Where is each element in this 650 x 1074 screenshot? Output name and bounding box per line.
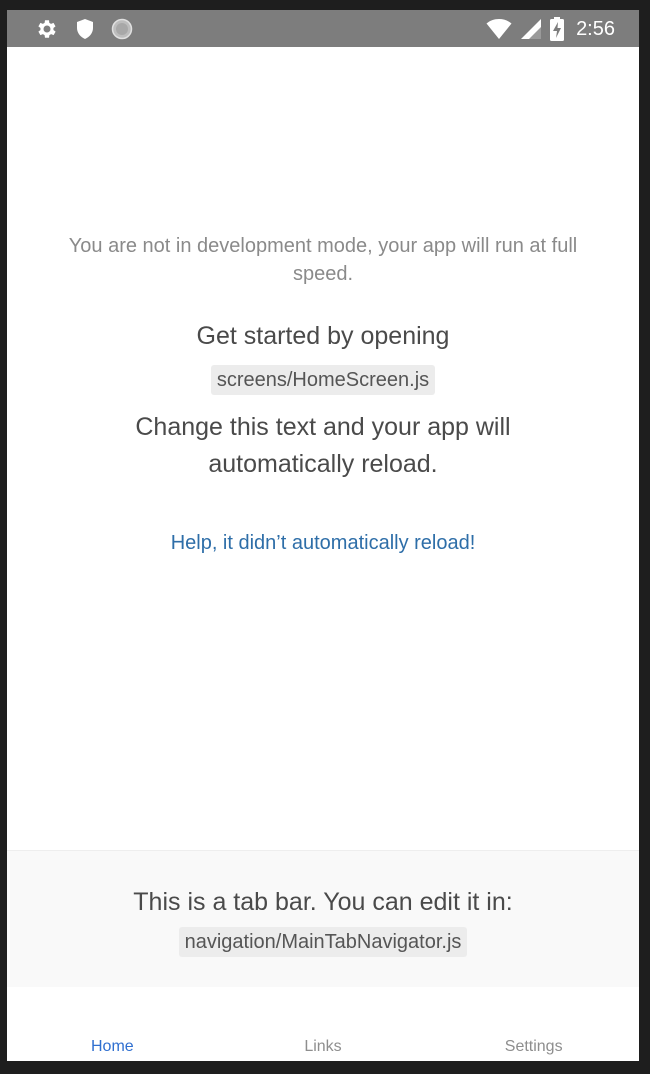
tab-links[interactable]: Links xyxy=(218,987,429,1061)
help-reload-link[interactable]: Help, it didn’t automatically reload! xyxy=(7,529,639,557)
home-screen-content[interactable]: You are not in development mode, your ap… xyxy=(7,47,639,850)
tab-bar-file-path-container: navigation/MainTabNavigator.js xyxy=(7,927,639,957)
status-left-icons xyxy=(35,17,133,41)
bottom-tab-bar: Home Links Settings xyxy=(7,987,639,1061)
shield-icon xyxy=(75,17,95,41)
tab-settings-label: Settings xyxy=(504,1038,563,1055)
tab-bar-info-panel: This is a tab bar. You can edit it in: n… xyxy=(7,850,639,988)
gear-icon xyxy=(35,17,59,41)
home-screen-file-path: screens/HomeScreen.js xyxy=(210,365,436,395)
wifi-icon xyxy=(486,18,512,40)
signal-icon xyxy=(520,18,542,40)
get-started-text: Get started by opening xyxy=(196,322,450,350)
tab-home-label: Home xyxy=(90,1038,134,1055)
change-text: Change this text and your app will autom… xyxy=(135,413,511,478)
file-path-container: screens/HomeScreen.js xyxy=(7,365,639,395)
tab-bar-info-text: This is a tab bar. You can edit it in: xyxy=(133,888,513,916)
status-time: 2:56 xyxy=(576,17,615,40)
status-bar: 2:56 xyxy=(7,10,639,47)
tab-settings[interactable]: Settings xyxy=(428,987,639,1061)
status-right-icons: 2:56 xyxy=(486,16,615,42)
tab-home[interactable]: Home xyxy=(7,987,218,1061)
tab-navigator-file-path: navigation/MainTabNavigator.js xyxy=(178,927,468,957)
dev-mode-notice: You are not in development mode, your ap… xyxy=(68,235,578,285)
circle-dots-icon xyxy=(111,18,133,40)
device-screen: 2:56 You are not in development mode, yo… xyxy=(7,10,639,1061)
battery-charging-icon xyxy=(550,17,565,41)
tab-links-label: Links xyxy=(304,1038,342,1055)
